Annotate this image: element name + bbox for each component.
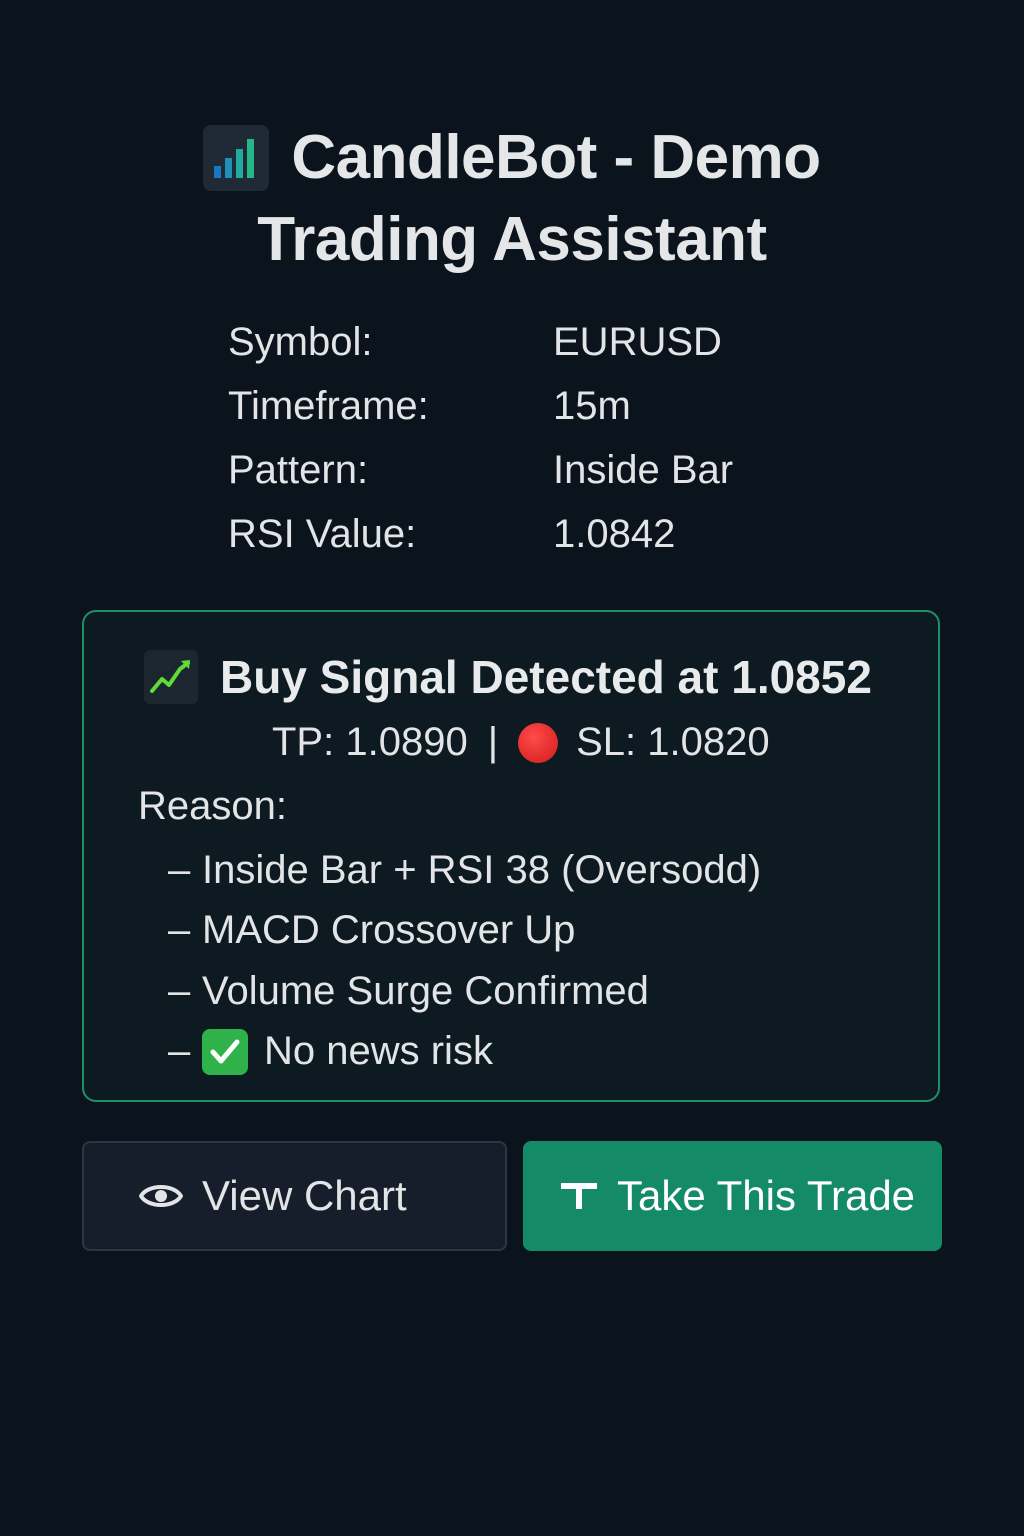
info-label: Pattern: (228, 447, 369, 492)
reason-text: No news risk (264, 1029, 493, 1074)
red-circle-icon (518, 722, 559, 763)
signal-heading-text: Buy Signal Detected at 1.0852 (220, 651, 872, 703)
stop-loss-text: SL: 1.0820 (576, 720, 770, 764)
page-title: CandleBot - Demo Trading Assistant (0, 118, 1024, 280)
info-label: Symbol: (228, 319, 373, 364)
info-value: 1.0842 (553, 511, 676, 556)
eye-icon (138, 1180, 184, 1212)
t-icon (559, 1179, 599, 1213)
info-value: EURUSD (553, 319, 722, 364)
list-dash: – (168, 968, 191, 1013)
list-item: – Volume Surge Confirmed (168, 961, 761, 1022)
check-mark-icon (202, 1028, 248, 1075)
list-item: – No news risk (168, 1022, 761, 1083)
chart-increasing-icon (144, 650, 198, 704)
tp-sl-separator: | (487, 720, 499, 764)
info-label: RSI Value: (228, 511, 417, 556)
info-row-timeframe: Timeframe: 15m (228, 374, 733, 438)
list-item: – MACD Crossover Up (168, 901, 761, 962)
info-row-rsi: RSI Value: 1.0842 (228, 502, 733, 566)
tp-sl-line: TP: 1.0890 | SL: 1.0820 (272, 720, 770, 765)
signal-heading: Buy Signal Detected at 1.0852 (144, 650, 872, 704)
signal-card: Buy Signal Detected at 1.0852 TP: 1.0890… (82, 610, 940, 1102)
take-trade-button[interactable]: Take This Trade (523, 1141, 942, 1251)
info-label: Timeframe: (228, 383, 429, 428)
bar-chart-icon (203, 125, 270, 191)
info-value: Inside Bar (553, 447, 734, 492)
take-trade-label: Take This Trade (617, 1172, 916, 1219)
trading-assistant-screen: CandleBot - Demo Trading Assistant Symbo… (0, 0, 1024, 1536)
take-profit-text: TP: 1.0890 (272, 720, 468, 764)
reason-label: Reason: (138, 784, 287, 828)
view-chart-button[interactable]: View Chart (82, 1141, 507, 1251)
title-text-1: CandleBot - Demo (291, 123, 821, 192)
trade-info-table: Symbol: EURUSD Timeframe: 15m Pattern: I… (228, 310, 733, 566)
title-line-2: Trading Assistant (257, 205, 767, 274)
reason-list: – Inside Bar + RSI 38 (Oversodd) – MACD … (168, 840, 761, 1082)
reason-text: MACD Crossover Up (202, 908, 576, 953)
view-chart-label: View Chart (202, 1172, 407, 1219)
list-item: – Inside Bar + RSI 38 (Oversodd) (168, 840, 761, 901)
reason-text: Volume Surge Confirmed (202, 968, 649, 1013)
title-line-1: CandleBot - Demo (203, 118, 821, 198)
list-dash: – (168, 847, 191, 892)
reason-text: Inside Bar + RSI 38 (Oversodd) (202, 847, 762, 892)
list-dash: – (168, 908, 191, 953)
info-value: 15m (553, 383, 631, 428)
info-row-symbol: Symbol: EURUSD (228, 310, 733, 374)
info-row-pattern: Pattern: Inside Bar (228, 438, 733, 502)
list-dash: – (168, 1029, 191, 1074)
